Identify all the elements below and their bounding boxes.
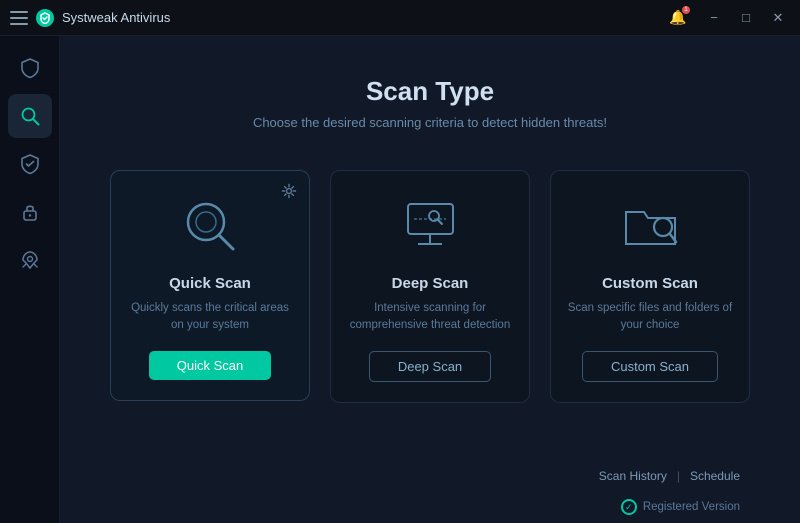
app-title: Systweak Antivirus [62, 10, 170, 25]
rocket-icon [19, 249, 41, 271]
settings-icon[interactable] [279, 181, 299, 201]
scan-magnify-icon [19, 105, 41, 127]
page-subtitle: Choose the desired scanning criteria to … [100, 115, 760, 130]
check-shield-icon [19, 153, 41, 175]
custom-scan-desc: Scan specific files and folders of your … [567, 300, 733, 335]
main-layout: Scan Type Choose the desired scanning cr… [0, 36, 800, 523]
menu-icon[interactable] [10, 11, 28, 25]
title-bar: Systweak Antivirus 🔔 1 − □ ✕ [0, 0, 800, 36]
sidebar-item-privacy[interactable] [8, 190, 52, 234]
sidebar-item-check[interactable] [8, 142, 52, 186]
sidebar-item-scan[interactable] [8, 94, 52, 138]
quick-scan-desc: Quickly scans the critical areas on your… [127, 300, 293, 335]
deep-scan-icon [395, 191, 465, 261]
footer-divider: | [677, 469, 680, 483]
custom-scan-card: Custom Scan Scan specific files and fold… [550, 170, 750, 403]
deep-scan-desc: Intensive scanning for comprehensive thr… [347, 300, 513, 335]
registered-row: ✓ Registered Version [100, 499, 760, 523]
custom-scan-title: Custom Scan [602, 275, 698, 292]
registered-label: Registered Version [643, 501, 740, 513]
maximize-button[interactable]: □ [732, 4, 760, 32]
scan-cards-container: Quick Scan Quickly scans the critical ar… [100, 160, 760, 457]
quick-scan-card: Quick Scan Quickly scans the critical ar… [110, 170, 310, 401]
shield-icon [19, 57, 41, 79]
footer-links-row: Scan History | Schedule [100, 457, 760, 495]
lock-icon [19, 201, 41, 223]
minimize-button[interactable]: − [700, 4, 728, 32]
page-header: Scan Type Choose the desired scanning cr… [100, 36, 760, 160]
footer-links: Scan History | Schedule [599, 469, 740, 483]
close-button[interactable]: ✕ [764, 4, 792, 32]
sidebar-item-protection[interactable] [8, 46, 52, 90]
registered-check-icon: ✓ [621, 499, 637, 515]
scan-history-link[interactable]: Scan History [599, 469, 667, 483]
deep-scan-title: Deep Scan [392, 275, 469, 292]
quick-scan-button[interactable]: Quick Scan [149, 351, 271, 380]
sidebar [0, 36, 60, 523]
custom-scan-button[interactable]: Custom Scan [582, 351, 718, 382]
custom-scan-icon [615, 191, 685, 261]
deep-scan-card: Deep Scan Intensive scanning for compreh… [330, 170, 530, 403]
deep-scan-button[interactable]: Deep Scan [369, 351, 491, 382]
title-bar-left: Systweak Antivirus [10, 9, 170, 27]
quick-scan-title: Quick Scan [169, 275, 251, 292]
content-area: Scan Type Choose the desired scanning cr… [60, 36, 800, 523]
page-title: Scan Type [100, 76, 760, 107]
schedule-link[interactable]: Schedule [690, 469, 740, 483]
app-logo [36, 9, 54, 27]
notification-button[interactable]: 🔔 1 [668, 8, 688, 28]
sidebar-item-boost[interactable] [8, 238, 52, 282]
quick-scan-icon [175, 191, 245, 261]
title-bar-right: 🔔 1 − □ ✕ [668, 4, 792, 32]
